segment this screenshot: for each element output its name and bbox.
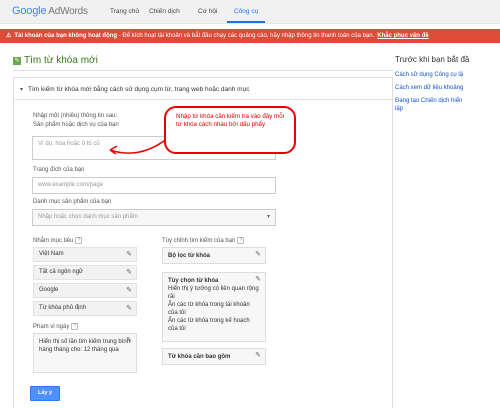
annotation-text: Nhập từ khóa cần kiểm tra vào đây mỗi từ… — [176, 113, 285, 128]
annotation-callout: Nhập từ khóa cần kiểm tra vào đây mỗi từ… — [164, 106, 296, 154]
annotation-arrow — [109, 137, 169, 155]
